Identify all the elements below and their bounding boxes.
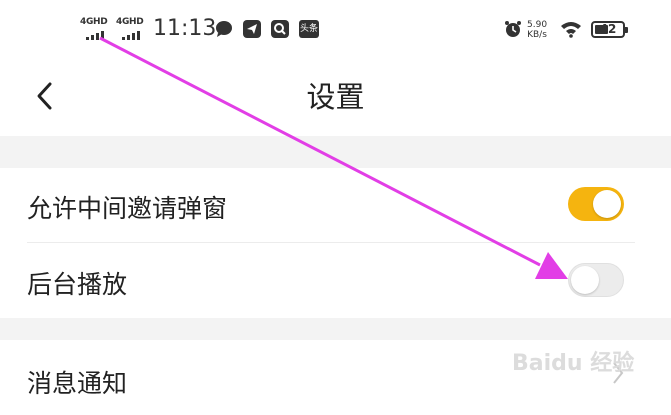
battery-icon: 42 [591, 21, 628, 38]
status-time: 11:13 [153, 16, 217, 41]
header: 设置 [0, 60, 671, 136]
section-gap [0, 318, 671, 340]
net-speed-value: 5.90 [527, 20, 548, 30]
setting-label-notifications: 消息通知 [27, 369, 128, 398]
signal-network-label: 4GHD [80, 17, 108, 27]
net-speed: 5.90 KB/s [527, 20, 547, 40]
invite-popup-toggle[interactable] [568, 187, 624, 221]
background-play-toggle[interactable] [568, 263, 624, 297]
setting-row-background-play[interactable]: 后台播放 [0, 243, 671, 318]
setting-label-background-play: 后台播放 [27, 270, 128, 299]
alarm-icon [505, 21, 521, 37]
send-icon [243, 20, 261, 38]
message-icon [216, 21, 232, 37]
section-gap [0, 136, 671, 168]
wifi-icon [561, 22, 581, 38]
toutiao-icon: 头条 [299, 20, 319, 38]
setting-label-invite-popup: 允许中间邀请弹窗 [27, 194, 228, 223]
signal-network-label: 4GHD [116, 17, 144, 27]
signal-icon: 4GHD [116, 17, 148, 41]
search-app-icon [271, 20, 289, 38]
battery-level: 42 [599, 22, 617, 36]
status-bar: 4GHD 4GHD 11:13 头条 5.90 KB/s 42 [0, 0, 671, 60]
net-speed-unit: KB/s [527, 30, 547, 40]
watermark: Baidu 经验 [512, 351, 635, 376]
signal-icon: 4GHD [80, 17, 112, 41]
page-title: 设置 [306, 80, 365, 114]
setting-row-invite-popup[interactable]: 允许中间邀请弹窗 [0, 168, 671, 242]
